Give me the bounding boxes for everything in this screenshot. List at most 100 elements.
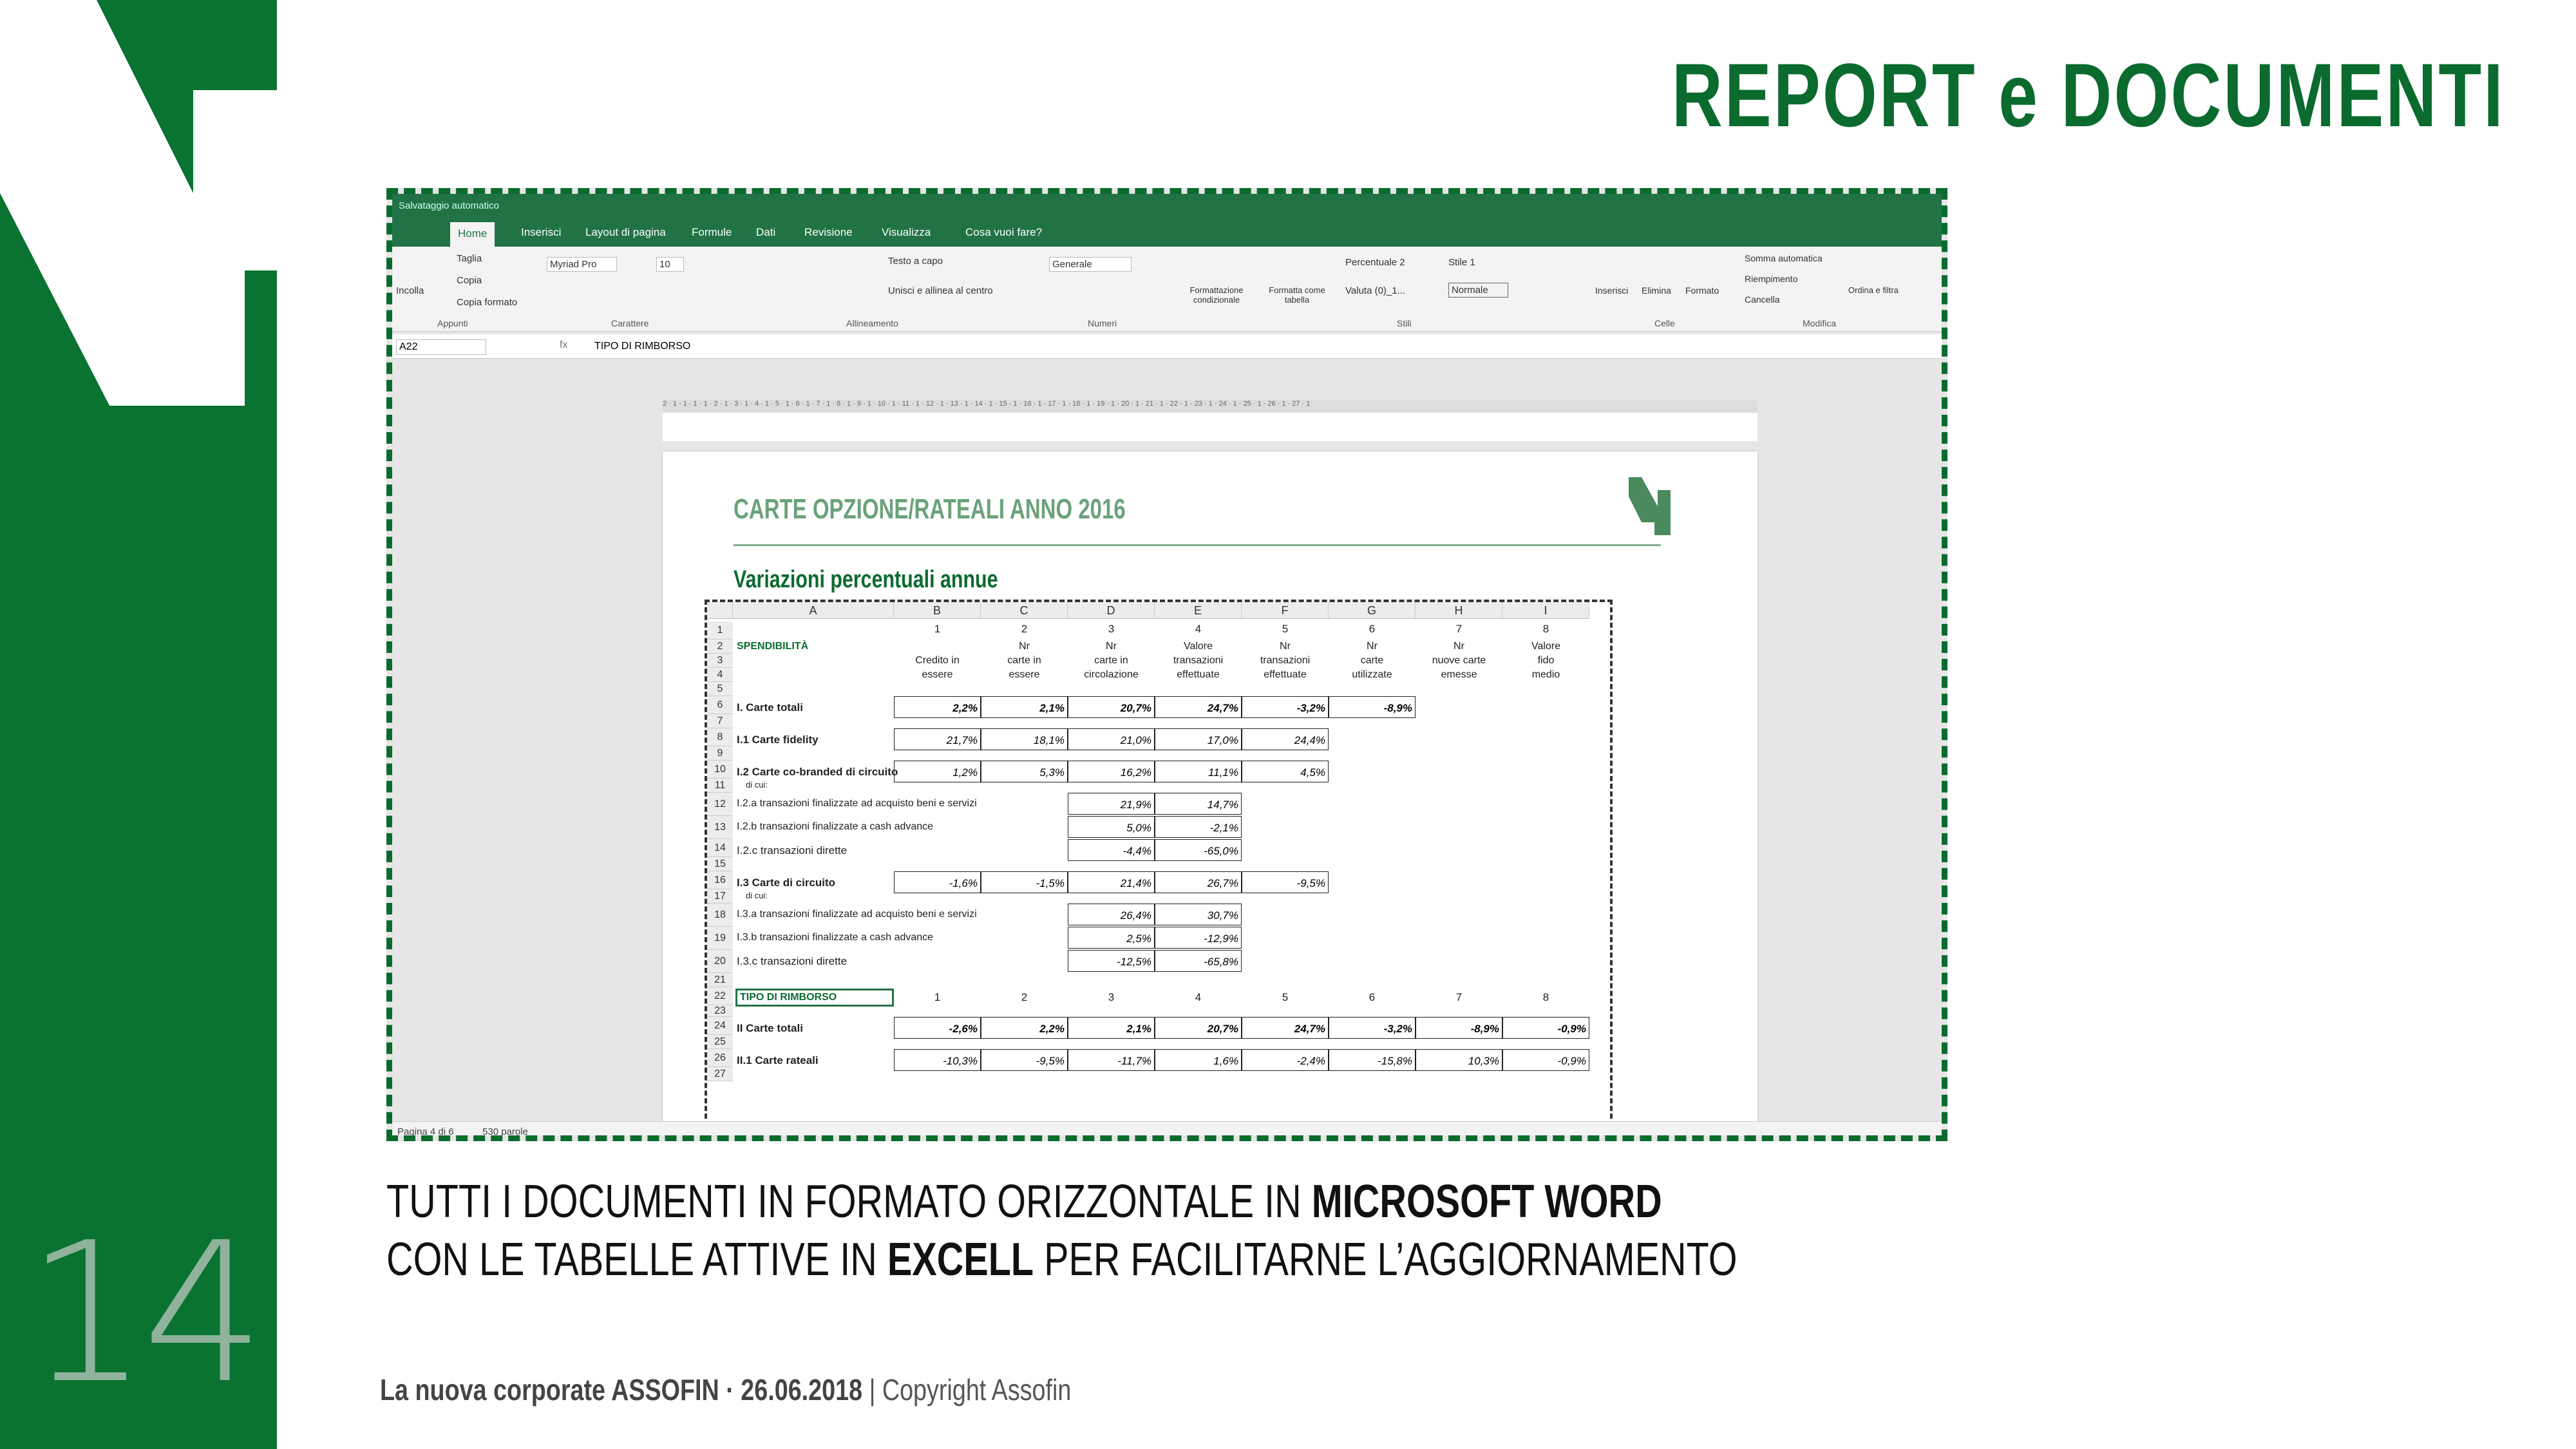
caption1-bold: MICROSOFT WORD [1311,1176,1662,1227]
row-header[interactable]: 11 [707,779,733,793]
value-cell: 2,1% [981,696,1068,718]
column-heading: Nr [1367,641,1378,652]
fill-button[interactable]: Riempimento [1745,274,1797,284]
column-header-B[interactable]: B [894,602,981,619]
style-stile1[interactable]: Stile 1 [1448,257,1475,268]
value-cell: 10,3% [1416,1049,1502,1071]
rimborso-label[interactable]: TIPO DI RIMBORSO [735,989,894,1007]
row-header[interactable]: 27 [707,1067,733,1081]
column-heading: transazioni [1260,655,1311,666]
tab-formule[interactable]: Formule [692,226,732,239]
column-header-G[interactable]: G [1329,602,1416,619]
row-header[interactable]: 25 [707,1035,733,1049]
caption-line-1: TUTTI I DOCUMENTI IN FORMATO ORIZZONTALE… [386,1179,1662,1225]
font-size-select[interactable]: 10 [656,257,684,272]
row-header[interactable]: 21 [707,973,733,987]
group-editing: Modifica [1803,318,1837,328]
row-header[interactable]: 23 [707,1005,733,1017]
column-header-D[interactable]: D [1068,602,1155,619]
caption2-pre: CON LE TABELLE ATTIVE IN [386,1234,887,1285]
row-header[interactable]: 5 [707,682,733,696]
value-cell: -10,3% [894,1049,981,1071]
value-cell: 2,2% [981,1017,1068,1039]
column-header-A[interactable]: A [733,602,894,619]
column-heading: emesse [1441,669,1477,680]
footer-bold: La nuova corporate ASSOFIN · 26.06.2018 [380,1373,863,1406]
number-format-select[interactable]: Generale [1049,257,1132,272]
column-heading: utilizzate [1352,669,1392,680]
style-valuta[interactable]: Valuta (0)_1... [1345,285,1405,296]
row-label: I.2.a transazioni finalizzate ad acquist… [737,798,977,809]
row-header[interactable]: 22 [707,987,733,1005]
tab-visualizza[interactable]: Visualizza [882,226,931,239]
cut-button[interactable]: Taglia [457,253,482,264]
formula-input[interactable]: TIPO DI RIMBORSO [592,339,1931,354]
row-header[interactable]: 13 [707,816,733,839]
autosum-button[interactable]: Somma automatica [1745,253,1823,263]
caption-line-2: CON LE TABELLE ATTIVE IN EXCELL PER FACI… [386,1236,1738,1283]
row-header[interactable]: 24 [707,1017,733,1035]
font-name-select[interactable]: Myriad Pro [547,257,617,272]
row-label: I.2.b transazioni finalizzate a cash adv… [737,821,934,832]
row-header[interactable]: 19 [707,927,733,950]
embedded-excel-table[interactable]: A B C D E F G H I 1 2 3 4 5 6 7 8 9 10 11 12 13 14 15 16 17 18 19 20… [705,600,1613,1134]
value-cell: -3,2% [1329,1017,1416,1039]
column-header-I[interactable]: I [1502,602,1589,619]
style-percentuale2[interactable]: Percentuale 2 [1345,257,1405,268]
value-cell: 4,5% [1242,761,1329,782]
row-header[interactable]: 20 [707,950,733,973]
copy-button[interactable]: Copia [457,275,482,286]
column-header-C[interactable]: C [981,602,1068,619]
row-header[interactable]: 4 [707,668,733,682]
sort-filter-button[interactable]: Ordina e filtra [1848,285,1899,295]
row-header[interactable]: 1 [707,621,733,639]
tab-home[interactable]: Home [450,222,495,247]
column-heading: medio [1531,669,1560,680]
conditional-format-button[interactable]: Formattazione condizionale [1178,285,1255,305]
merge-center-button[interactable]: Unisci e allinea al centro [888,285,993,296]
delete-cells-button[interactable]: Elimina [1642,285,1671,296]
row-header[interactable]: 7 [707,714,733,728]
column-number: 1 [934,991,941,1003]
insert-cells-button[interactable]: Inserisci [1595,285,1628,296]
row-header[interactable]: 12 [707,793,733,816]
format-cells-button[interactable]: Formato [1685,285,1719,296]
row-header[interactable]: 14 [707,839,733,857]
column-number: 8 [1542,623,1549,635]
format-painter-button[interactable]: Copia formato [457,297,517,308]
value-cell: 1,6% [1155,1049,1242,1071]
tab-inserisci[interactable]: Inserisci [521,226,561,239]
column-number: 2 [1021,991,1028,1003]
tell-me-search[interactable]: Cosa vuoi fare? [965,226,1042,239]
row-header[interactable]: 17 [707,889,733,904]
row-header[interactable]: 8 [707,728,733,746]
row-header[interactable]: 15 [707,857,733,871]
row-header[interactable]: 2 [707,639,733,654]
row-header[interactable]: 10 [707,761,733,779]
clear-button[interactable]: Cancella [1745,294,1779,305]
group-number: Numeri [1088,318,1117,328]
column-header-E[interactable]: E [1155,602,1242,619]
caption2-bold: EXCELL [887,1234,1034,1285]
value-cell: 18,1% [981,728,1068,750]
row-header[interactable]: 6 [707,696,733,714]
row-header[interactable]: 26 [707,1049,733,1067]
column-header-F[interactable]: F [1242,602,1329,619]
paste-button[interactable]: Incolla [396,285,424,296]
row-header[interactable]: 18 [707,904,733,927]
wrap-text-button[interactable]: Testo a capo [888,256,943,267]
word-count: 530 parole [482,1126,528,1137]
name-box[interactable]: A22 [396,339,486,355]
row-label: I.1 Carte fidelity [737,734,819,746]
row-header[interactable]: 16 [707,871,733,889]
row-header[interactable]: 3 [707,654,733,668]
style-normale[interactable]: Normale [1448,283,1508,298]
row-header[interactable]: 9 [707,746,733,761]
tab-dati[interactable]: Dati [756,226,775,239]
column-header-H[interactable]: H [1416,602,1502,619]
tab-revisione[interactable]: Revisione [804,226,853,239]
format-as-table-button[interactable]: Formatta come tabella [1258,285,1336,305]
tab-layout[interactable]: Layout di pagina [585,226,666,239]
caption1-pre: TUTTI I DOCUMENTI IN FORMATO ORIZZONTALE [386,1176,1265,1227]
value-cell: -12,5% [1068,950,1155,972]
